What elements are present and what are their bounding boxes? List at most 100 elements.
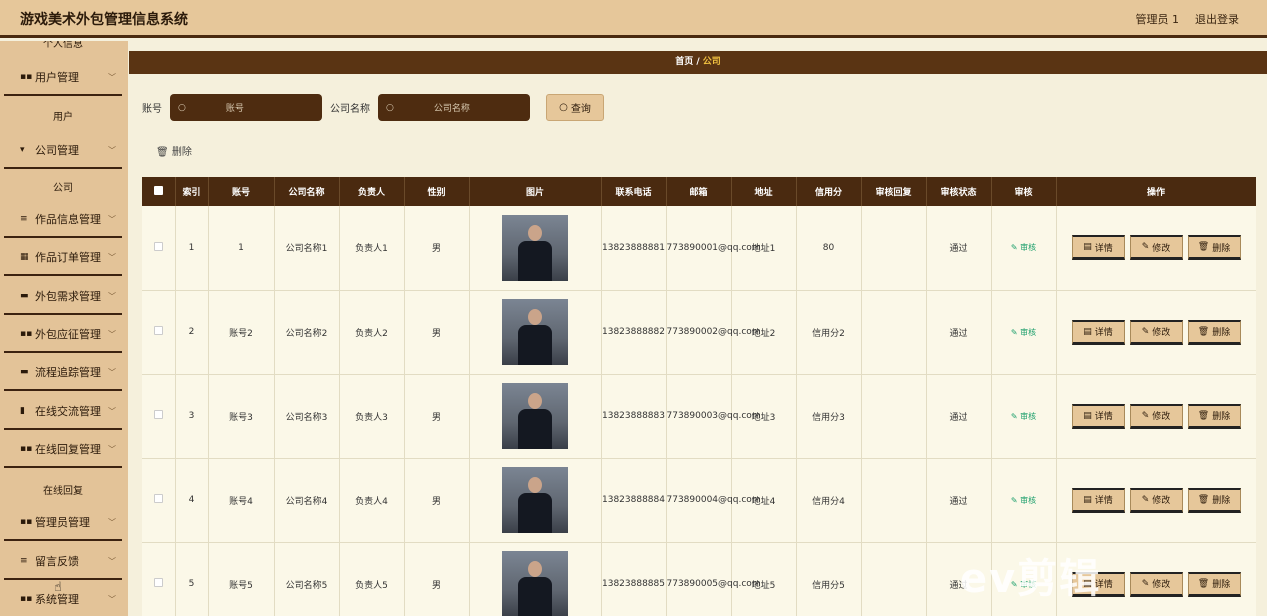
sidebar-item-online-chat[interactable]: ▮ 在线交流管理 ﹀ <box>4 393 122 430</box>
chevron-down-icon: ﹀ <box>108 368 116 377</box>
sidebar-item-feedback[interactable]: ≡ 留言反馈 ﹀ <box>4 543 122 580</box>
row-select-cell[interactable] <box>142 542 176 616</box>
cell-account: 账号3 <box>208 374 275 459</box>
row-checkbox[interactable] <box>153 241 163 251</box>
edit-button[interactable]: ✎ 修改 <box>1129 319 1183 345</box>
sidebar-item-user-mgmt[interactable]: ▪▪ 用户管理 ﹀ <box>4 59 122 96</box>
sidebar-item-process-track[interactable]: ▬ 流程追踪管理 ﹀ <box>4 354 122 391</box>
pencil-icon: ✎ <box>1141 326 1150 337</box>
detail-button[interactable]: ▤ 详情 <box>1071 235 1125 261</box>
chevron-down-icon: ﹀ <box>108 407 116 416</box>
cell-reply <box>861 290 927 375</box>
delete-button[interactable]: 🗑 删除 <box>1187 571 1241 597</box>
row-select-cell[interactable] <box>142 458 176 543</box>
col-header: 审核回复 <box>861 177 927 206</box>
breadcrumb-current: 公司 <box>702 57 721 67</box>
sidebar-item-company-mgmt[interactable]: ▾ 公司管理 ﹀ <box>4 132 122 169</box>
sidebar-item-works-order[interactable]: ▦ 作品订单管理 ﹀ <box>4 239 122 276</box>
edit-button[interactable]: ✎ 修改 <box>1129 235 1183 261</box>
sidebar-item-label: 流程追踪管理 <box>35 365 101 379</box>
person-photo[interactable] <box>502 299 568 365</box>
audit-link[interactable]: ✎ 审核 <box>1011 496 1036 505</box>
delete-button[interactable]: 🗑 删除 <box>1187 403 1241 429</box>
app-title: 游戏美术外包管理信息系统 <box>20 12 188 28</box>
col-header: 图片 <box>469 177 602 206</box>
sidebar-item-outsource-demand[interactable]: ▬ 外包需求管理 ﹀ <box>4 278 122 315</box>
person-photo[interactable] <box>502 214 568 281</box>
cell-phone: 13823888881 <box>601 206 667 291</box>
monitor-icon: ▬ <box>20 366 29 377</box>
sidebar-sub-user[interactable]: 用户 <box>4 108 122 123</box>
audit-link[interactable]: ✎ 审核 <box>1011 412 1036 421</box>
audit-cell: ✎ 审核 <box>991 206 1057 291</box>
account-placeholder: 账号 <box>225 104 244 114</box>
cell-account: 账号2 <box>208 290 275 375</box>
row-checkbox[interactable] <box>153 410 163 419</box>
row-checkbox[interactable] <box>153 494 163 503</box>
sidebar-item-label: 外包应征管理 <box>35 327 101 341</box>
query-button[interactable]: ○ 查询 <box>546 94 604 121</box>
sidebar-item-online-reply[interactable]: ▪▪ 在线回复管理 ﹀ <box>4 431 122 468</box>
chevron-down-icon: ﹀ <box>108 253 116 262</box>
edit-button[interactable]: ✎ 修改 <box>1129 571 1183 597</box>
cell-credit: 信用分2 <box>796 290 862 375</box>
edit-button[interactable]: ✎ 修改 <box>1129 403 1183 429</box>
sidebar-sub-online-reply[interactable]: 在线回复 <box>4 482 122 497</box>
row-checkbox[interactable] <box>153 326 163 335</box>
audit-link[interactable]: ✎ 审核 <box>1011 243 1036 252</box>
sidebar-sub-company[interactable]: 公司 <box>4 179 122 194</box>
col-header: 信用分 <box>796 177 862 206</box>
cell-phone: 13823888885 <box>601 542 667 616</box>
delete-label: 删除 <box>1212 328 1231 338</box>
col-header: 联系电话 <box>601 177 667 206</box>
select-all-header[interactable] <box>142 177 176 206</box>
cell-index: 5 <box>175 542 209 616</box>
delete-button[interactable]: 🗑 删除 <box>1187 235 1241 261</box>
person-photo[interactable] <box>502 467 568 533</box>
cell-account: 账号4 <box>208 458 275 543</box>
detail-label: 详情 <box>1094 243 1113 254</box>
chevron-down-icon: ﹀ <box>108 73 116 82</box>
account-label: 账号 <box>142 104 162 115</box>
sidebar-item-works-info[interactable]: ≡ 作品信息管理 ﹀ <box>4 201 122 238</box>
breadcrumb-home[interactable]: 首页 <box>675 57 693 67</box>
sidebar-item-outsource-apply[interactable]: ▪▪ 外包应征管理 ﹀ <box>4 316 122 353</box>
sidebar-item-label: 用户管理 <box>35 70 79 84</box>
sidebar-item-admin-mgmt[interactable]: ▪▪ 管理员管理 ﹀ <box>4 504 122 541</box>
row-checkbox[interactable] <box>153 578 163 587</box>
cell-gender: 男 <box>404 206 470 291</box>
select-all-checkbox[interactable] <box>153 185 163 195</box>
account-search-input[interactable]: ○ 账号 <box>170 94 322 121</box>
photo-cell <box>469 206 602 291</box>
batch-delete-button[interactable]: 🗑 删除 <box>156 143 192 158</box>
delete-button[interactable]: 🗑 删除 <box>1187 487 1241 513</box>
sidebar-item-system[interactable]: ▪▪ 系统管理 ﹀ <box>4 581 122 616</box>
table-row: 4 账号4 公司名称4 负责人4 男 13823888884 773890004@qq.co… <box>142 458 1256 543</box>
cup-icon: ▾ <box>20 144 25 155</box>
row-select-cell[interactable] <box>142 290 176 375</box>
search-icon: ○ <box>178 102 186 113</box>
row-select-cell[interactable] <box>142 374 176 459</box>
cell-status: 通过 <box>926 458 992 543</box>
delete-button[interactable]: 🗑 删除 <box>1187 319 1241 345</box>
person-photo[interactable] <box>502 551 568 616</box>
col-header: 账号 <box>208 177 275 206</box>
sidebar-sub-profile[interactable]: 个人信息 <box>4 41 122 50</box>
cell-leader: 负责人5 <box>339 542 405 616</box>
person-photo[interactable] <box>502 383 568 449</box>
company-search-input[interactable]: ○ 公司名称 <box>378 94 530 121</box>
detail-button[interactable]: ▤ 详情 <box>1071 487 1125 513</box>
audit-link[interactable]: ✎ 审核 <box>1011 328 1036 337</box>
document-icon: ▤ <box>1083 326 1092 337</box>
edit-label: 修改 <box>1152 580 1171 590</box>
detail-button[interactable]: ▤ 详情 <box>1071 403 1125 429</box>
cell-reply <box>861 542 927 616</box>
edit-button[interactable]: ✎ 修改 <box>1129 487 1183 513</box>
detail-button[interactable]: ▤ 详情 <box>1071 319 1125 345</box>
cell-phone: 13823888883 <box>601 374 667 459</box>
col-header: 索引 <box>175 177 209 206</box>
logout-link[interactable]: 退出登录 <box>1195 11 1239 27</box>
row-select-cell[interactable] <box>142 206 176 291</box>
current-user[interactable]: 管理员 1 <box>1136 11 1180 27</box>
cell-reply <box>861 206 927 291</box>
